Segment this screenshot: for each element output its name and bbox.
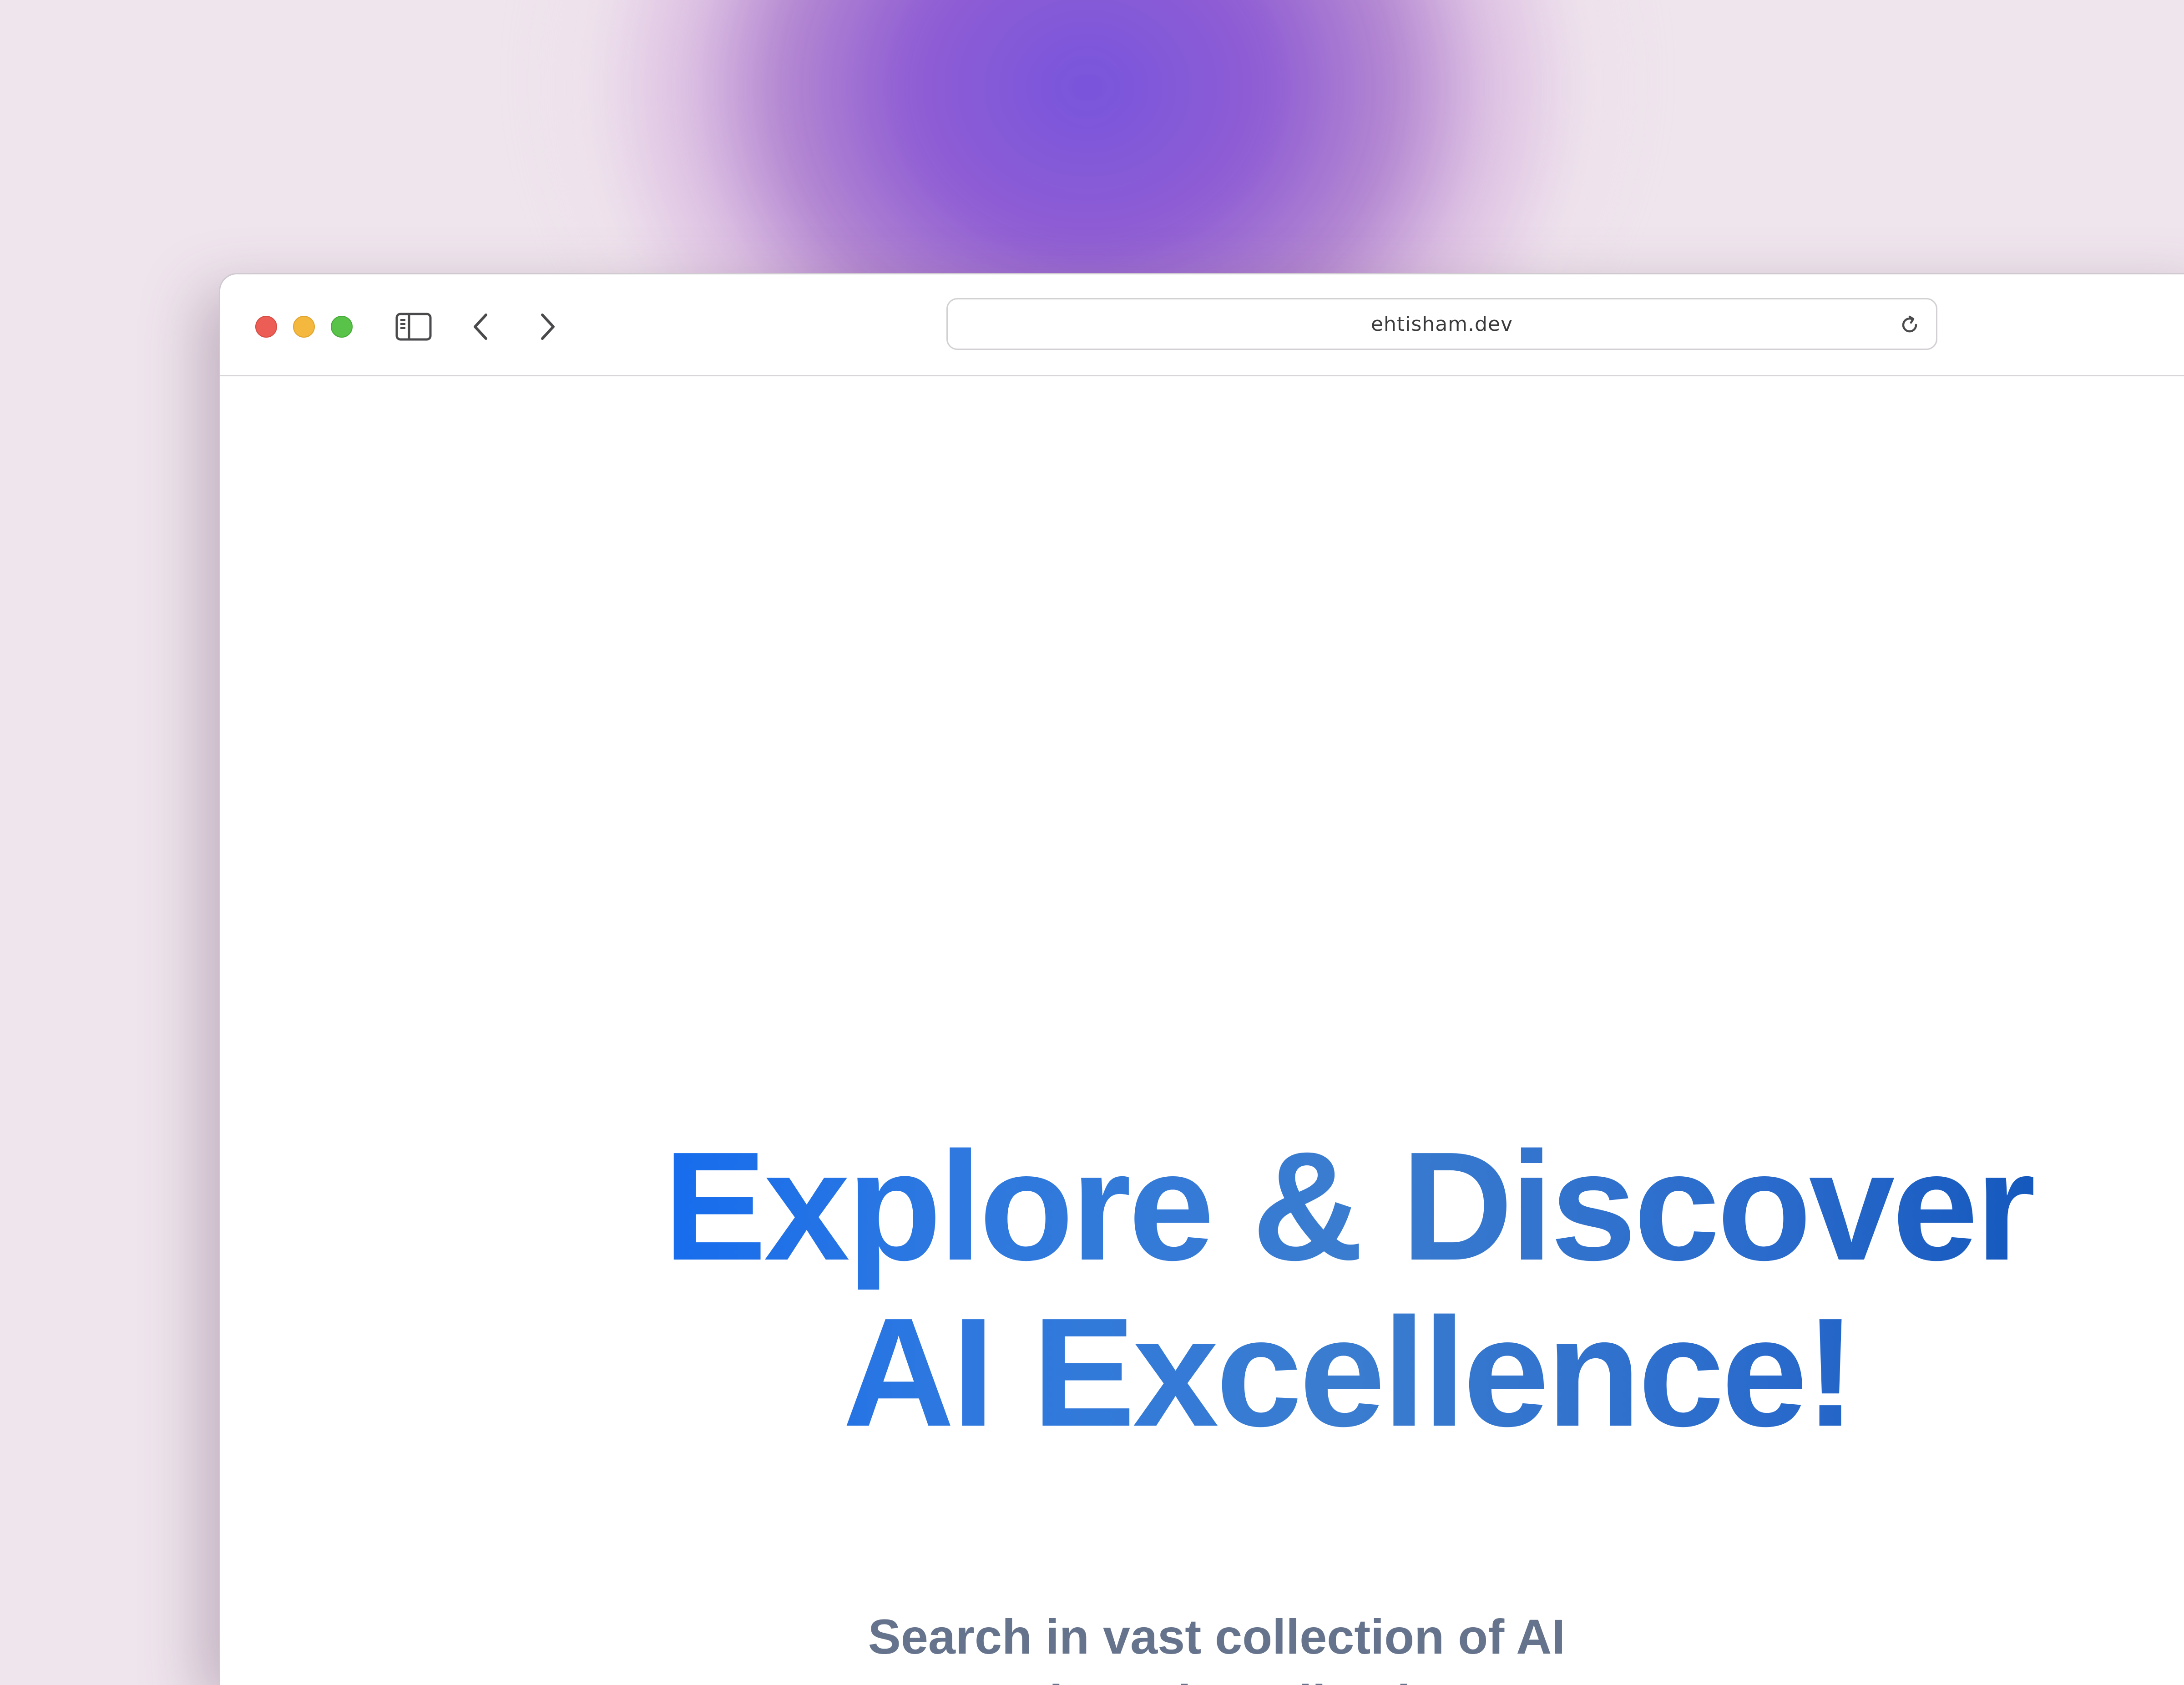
- sidebar-toggle-button[interactable]: [393, 306, 434, 347]
- hero-title-line-2: AI Excellence!: [520, 1290, 2176, 1456]
- hero-subtitle-line-2: Tools and Application: [762, 1670, 1672, 1685]
- address-bar[interactable]: ehtisham.dev: [946, 298, 1937, 350]
- hero-title-line-1: Explore & Discover: [520, 1123, 2176, 1290]
- chevron-right-icon: [541, 314, 555, 340]
- page-content: Explore & Discover AI Excellence! Search…: [220, 376, 2184, 1685]
- minimize-window-button[interactable]: [293, 316, 315, 338]
- url-text: ehtisham.dev: [1370, 312, 1513, 336]
- reload-icon: [1902, 315, 1917, 333]
- hero-subtitle-line-1: Search in vast collection of AI: [868, 1609, 1566, 1664]
- close-window-button[interactable]: [255, 316, 277, 338]
- forward-button[interactable]: [527, 306, 568, 347]
- reload-button[interactable]: [1897, 312, 1922, 338]
- browser-window: ehtisham.dev Explore & Discover AI Excel…: [219, 273, 2184, 1685]
- maximize-window-button[interactable]: [331, 316, 353, 338]
- hero-subtitle: Search in vast collection of AI Tools an…: [762, 1604, 1672, 1685]
- chevron-left-icon: [474, 314, 487, 340]
- hero-title: Explore & Discover AI Excellence!: [520, 1123, 2176, 1456]
- sidebar-icon: [395, 313, 432, 341]
- back-button[interactable]: [460, 306, 501, 347]
- browser-toolbar: ehtisham.dev: [220, 274, 2184, 376]
